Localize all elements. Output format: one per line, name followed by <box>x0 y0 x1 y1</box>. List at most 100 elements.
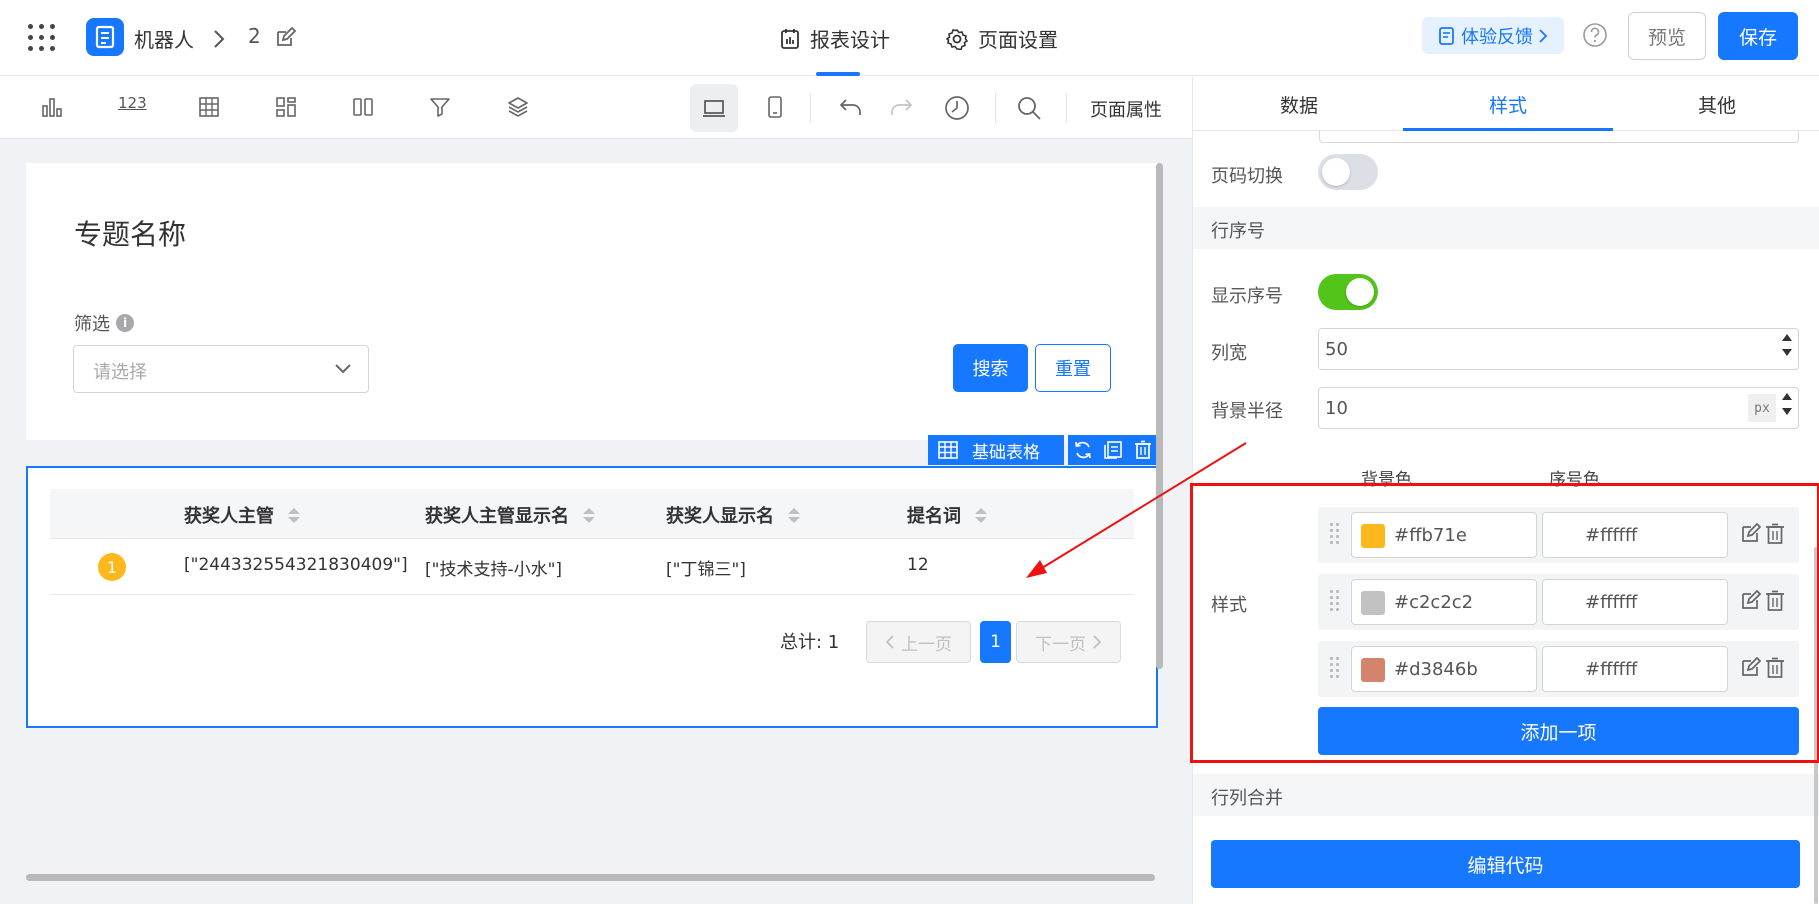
section-row-col-merge: 行列合并 <box>1193 774 1819 816</box>
delete-icon[interactable] <box>1133 440 1153 460</box>
basic-table-component[interactable]: 获奖人主管 获奖人主管显示名 获奖人显示名 提名词 1 ["2443325543… <box>26 466 1158 728</box>
sort-icon[interactable] <box>975 507 987 523</box>
table-header: 获奖人主管 获奖人主管显示名 获奖人显示名 提名词 <box>50 489 1134 539</box>
table-cell: ["244332554321830409"] <box>184 555 408 575</box>
page-number-current[interactable]: 1 <box>980 621 1011 663</box>
index-color-field[interactable]: #ffffff <box>1542 579 1728 625</box>
sort-icon[interactable] <box>288 507 300 523</box>
show-index-toggle[interactable] <box>1318 274 1378 310</box>
bg-color-field[interactable]: #c2c2c2 <box>1351 579 1537 625</box>
page-properties-button[interactable]: 页面属性 <box>1090 96 1162 122</box>
index-color-field[interactable]: #ffffff <box>1542 646 1728 692</box>
index-color-field[interactable]: #ffffff <box>1542 512 1728 558</box>
properties-panel: 数据 样式 其他 页码切换 行序号 显示序号 列宽 50 背景半径 10 px … <box>1192 77 1819 904</box>
design-canvas: 专题名称 筛选 i 请选择 搜索 重置 基础表格 获奖人主管 获奖人主管显示名 … <box>0 139 1192 904</box>
chevron-down-icon <box>334 362 352 376</box>
table-cell: 12 <box>907 555 929 575</box>
chevron-right-icon <box>1092 634 1102 650</box>
tab-report-design[interactable]: 报表设计 <box>780 24 890 53</box>
col-width-label: 列宽 <box>1211 343 1247 364</box>
style-label: 样式 <box>1211 595 1247 616</box>
canvas-vertical-scrollbar[interactable] <box>1156 163 1163 669</box>
edit-icon[interactable] <box>1739 657 1761 679</box>
bg-color-field[interactable]: #d3846b <box>1351 646 1537 692</box>
search-button[interactable]: 搜索 <box>953 344 1028 392</box>
next-page-button[interactable]: 下一页 <box>1016 621 1121 663</box>
widgets-icon[interactable] <box>274 95 298 119</box>
number-stepper[interactable] <box>1782 334 1792 356</box>
history-icon[interactable] <box>944 95 970 121</box>
filter-select[interactable]: 请选择 <box>73 345 369 393</box>
prev-page-label: 上一页 <box>901 634 952 655</box>
edit-icon[interactable] <box>1739 590 1761 612</box>
save-button[interactable]: 保存 <box>1718 12 1798 60</box>
number-icon[interactable]: 123 <box>118 94 147 112</box>
desktop-icon[interactable] <box>702 96 726 120</box>
sort-icon[interactable] <box>583 507 595 523</box>
breadcrumb-page[interactable]: 2 <box>248 24 261 48</box>
edit-name-icon[interactable] <box>274 27 296 49</box>
table-cell: ["丁锦三"] <box>666 560 746 580</box>
panel-scrollbar[interactable] <box>1814 547 1818 904</box>
help-icon[interactable] <box>1582 22 1608 48</box>
columns-icon[interactable] <box>351 95 375 119</box>
color-swatch[interactable] <box>1361 658 1385 682</box>
tab-other[interactable]: 其他 <box>1698 91 1736 118</box>
style-item-row: #c2c2c2 #ffffff <box>1318 574 1799 630</box>
app-name[interactable]: 机器人 <box>134 24 194 53</box>
table-icon[interactable] <box>197 95 221 119</box>
style-item-row: #d3846b #ffffff <box>1318 641 1799 697</box>
sort-icon[interactable] <box>788 507 800 523</box>
redo-icon[interactable] <box>888 95 914 119</box>
edit-icon[interactable] <box>1739 523 1761 545</box>
column-header[interactable]: 提名词 <box>907 502 987 528</box>
column-header-label: 提名词 <box>907 506 961 527</box>
delete-icon[interactable] <box>1765 657 1785 679</box>
drag-handle-icon[interactable] <box>1330 657 1339 678</box>
refresh-icon[interactable] <box>1073 440 1093 460</box>
collapsed-input[interactable] <box>1319 131 1799 143</box>
bg-radius-input[interactable]: 10 px <box>1318 387 1799 429</box>
tab-report-design-label: 报表设计 <box>810 28 890 52</box>
info-icon[interactable]: i <box>116 314 134 332</box>
bg-radius-label: 背景半径 <box>1211 401 1283 422</box>
drag-handle-icon[interactable] <box>1330 523 1339 544</box>
color-swatch[interactable] <box>1361 524 1385 548</box>
feedback-button[interactable]: 体验反馈 <box>1422 17 1564 54</box>
section-row-number-label: 行序号 <box>1211 221 1265 242</box>
undo-icon[interactable] <box>838 95 864 119</box>
page-switch-toggle[interactable] <box>1318 154 1378 190</box>
search-icon[interactable] <box>1016 95 1042 121</box>
copy-icon[interactable] <box>1103 440 1123 460</box>
section-row-number: 行序号 <box>1193 207 1819 249</box>
col-width-input[interactable]: 50 <box>1318 328 1799 370</box>
canvas-horizontal-scrollbar[interactable] <box>26 874 1155 881</box>
tab-style[interactable]: 样式 <box>1489 91 1527 118</box>
chart-icon[interactable] <box>40 95 64 119</box>
edit-code-button[interactable]: 编辑代码 <box>1211 840 1800 888</box>
filter-icon[interactable] <box>428 95 452 119</box>
index-color-value: #ffffff <box>1585 659 1638 680</box>
bg-color-field[interactable]: #ffb71e <box>1351 512 1537 558</box>
column-header[interactable]: 获奖人显示名 <box>666 502 800 528</box>
tab-data[interactable]: 数据 <box>1280 91 1318 118</box>
tab-page-settings[interactable]: 页面设置 <box>946 24 1058 53</box>
delete-icon[interactable] <box>1765 523 1785 545</box>
add-style-item-button[interactable]: 添加一项 <box>1318 707 1799 755</box>
table-row[interactable]: 1 ["244332554321830409"] ["技术支持-小水"] ["丁… <box>50 539 1134 595</box>
color-swatch[interactable] <box>1361 591 1385 615</box>
delete-icon[interactable] <box>1765 590 1785 612</box>
layers-icon[interactable] <box>506 95 530 119</box>
mobile-icon[interactable] <box>763 95 787 119</box>
filter-label: 筛选 i <box>74 310 134 336</box>
prev-page-button[interactable]: 上一页 <box>866 621 971 663</box>
component-tag[interactable]: 基础表格 <box>928 435 1064 465</box>
preview-button[interactable]: 预览 <box>1628 12 1706 60</box>
apps-grid-icon[interactable] <box>28 24 58 54</box>
number-stepper[interactable] <box>1782 393 1792 415</box>
column-header[interactable]: 获奖人主管 <box>184 502 300 528</box>
show-index-label: 显示序号 <box>1211 286 1283 307</box>
reset-button[interactable]: 重置 <box>1035 344 1111 392</box>
drag-handle-icon[interactable] <box>1330 590 1339 611</box>
column-header[interactable]: 获奖人主管显示名 <box>425 502 595 528</box>
